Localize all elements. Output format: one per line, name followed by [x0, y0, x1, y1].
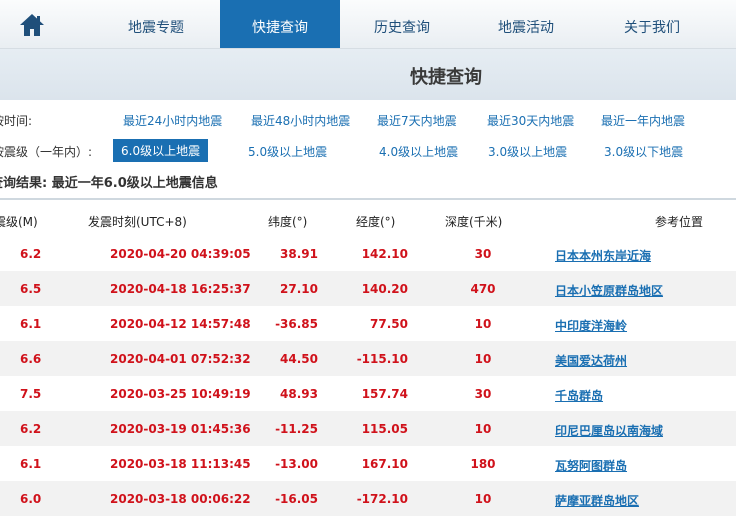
cell-time: 2020-04-12 14:57:48	[110, 317, 251, 331]
cell-location[interactable]: 美国爱达荷州	[555, 352, 715, 369]
cell-time: 2020-04-01 07:52:32	[110, 352, 251, 366]
nav-item-history-query[interactable]: 历史查询	[356, 0, 448, 48]
table-row: 6.2 2020-04-20 04:39:05 38.91 142.10 30 日本本州东…	[0, 236, 736, 271]
magnitude-option-6plus[interactable]: 6.0级以上地震	[113, 139, 209, 162]
cell-longitude: 142.10	[361, 247, 408, 261]
cell-depth: 10	[474, 492, 492, 506]
cell-latitude: 38.91	[280, 247, 318, 261]
top-nav: 地震专题 快捷查询 历史查询 地震活动 关于我们	[0, 0, 736, 49]
cell-depth: 470	[470, 282, 496, 296]
table-row: 7.5 2020-03-25 10:49:19 48.93 157.74 30 千岛群岛	[0, 376, 736, 411]
table-row: 6.2 2020-03-19 01:45:36 -11.25 115.05 10 印尼巴厘…	[0, 411, 736, 446]
cell-latitude: -13.00	[275, 457, 318, 471]
cell-latitude: -16.05	[275, 492, 318, 506]
cell-magnitude: 6.6	[20, 352, 42, 366]
cell-magnitude: 6.2	[20, 247, 42, 261]
cell-latitude: -11.25	[275, 422, 318, 436]
magnitude-option-3minus[interactable]: 3.0级以下地震	[604, 143, 683, 160]
cell-magnitude: 6.1	[20, 317, 42, 331]
cell-location[interactable]: 日本本州东岸近海	[555, 247, 715, 264]
nav-item-activity[interactable]: 地震活动	[480, 0, 572, 48]
nav-item-about[interactable]: 关于我们	[606, 0, 698, 48]
time-filter-label: 按时间:	[0, 114, 33, 128]
table-row: 6.0 2020-03-18 00:06:22 -16.05 -172.10 10 萨摩亚…	[0, 481, 736, 516]
table-row: 6.5 2020-04-18 16:25:37 27.10 140.20 470 日本小笠…	[0, 271, 736, 306]
time-option-48h[interactable]: 最近48小时内地震	[251, 112, 350, 129]
cell-longitude: -115.10	[356, 352, 408, 366]
magnitude-filter-label: 按震级（一年内）:	[0, 145, 93, 159]
cell-magnitude: 6.0	[20, 492, 42, 506]
page-title: 快捷查询	[410, 67, 482, 88]
cell-location[interactable]: 千岛群岛	[555, 387, 715, 404]
cell-longitude: 77.50	[370, 317, 408, 331]
nav-item-quick-query[interactable]: 快捷查询	[220, 0, 340, 48]
cell-depth: 10	[474, 352, 492, 366]
col-depth: 深度(千米)	[445, 215, 503, 229]
table-row: 6.6 2020-04-01 07:52:32 44.50 -115.10 10 美国爱达…	[0, 341, 736, 376]
result-summary: 查询结果: 最近一年6.0级以上地震信息	[0, 176, 218, 191]
col-longitude: 经度(°)	[356, 215, 396, 229]
cell-depth: 10	[474, 317, 492, 331]
cell-location[interactable]: 萨摩亚群岛地区	[555, 492, 715, 509]
cell-location[interactable]: 印尼巴厘岛以南海域	[555, 422, 715, 439]
cell-depth: 30	[474, 247, 492, 261]
time-option-30d[interactable]: 最近30天内地震	[487, 112, 574, 129]
magnitude-option-3plus[interactable]: 3.0级以上地震	[488, 143, 567, 160]
cell-depth: 10	[474, 422, 492, 436]
time-option-24h[interactable]: 最近24小时内地震	[123, 112, 222, 129]
cell-location[interactable]: 日本小笠原群岛地区	[555, 282, 715, 299]
cell-latitude: 44.50	[280, 352, 318, 366]
cell-latitude: 27.10	[280, 282, 318, 296]
cell-time: 2020-03-25 10:49:19	[110, 387, 251, 401]
cell-time: 2020-03-18 00:06:22	[110, 492, 251, 506]
cell-longitude: -172.10	[356, 492, 408, 506]
table-row: 6.1 2020-03-18 11:13:45 -13.00 167.10 180 瓦努阿…	[0, 446, 736, 481]
header-band: 快捷查询	[0, 49, 736, 100]
cell-time: 2020-04-18 16:25:37	[110, 282, 251, 296]
cell-magnitude: 6.5	[20, 282, 42, 296]
cell-magnitude: 6.1	[20, 457, 42, 471]
time-option-1y[interactable]: 最近一年内地震	[601, 112, 685, 129]
cell-latitude: 48.93	[280, 387, 318, 401]
time-option-7d[interactable]: 最近7天内地震	[377, 112, 457, 129]
cell-longitude: 115.05	[361, 422, 408, 436]
cell-magnitude: 6.2	[20, 422, 42, 436]
cell-longitude: 167.10	[361, 457, 408, 471]
cell-longitude: 140.20	[361, 282, 408, 296]
cell-location[interactable]: 瓦努阿图群岛	[555, 457, 715, 474]
col-magnitude: 震级(M)	[0, 215, 38, 229]
magnitude-option-4plus[interactable]: 4.0级以上地震	[379, 143, 458, 160]
col-location: 参考位置	[655, 215, 704, 229]
col-latitude: 纬度(°)	[268, 215, 308, 229]
cell-time: 2020-04-20 04:39:05	[110, 247, 251, 261]
table-row: 6.1 2020-04-12 14:57:48 -36.85 77.50 10 中印度洋海…	[0, 306, 736, 341]
nav-item-topics[interactable]: 地震专题	[110, 0, 202, 48]
cell-longitude: 157.74	[361, 387, 408, 401]
cell-time: 2020-03-19 01:45:36	[110, 422, 251, 436]
magnitude-option-5plus[interactable]: 5.0级以上地震	[248, 143, 327, 160]
col-time: 发震时刻(UTC+8)	[88, 215, 187, 229]
home-icon[interactable]	[18, 11, 46, 39]
cell-location[interactable]: 中印度洋海岭	[555, 317, 715, 334]
cell-depth: 30	[474, 387, 492, 401]
cell-depth: 180	[470, 457, 496, 471]
table-header: 震级(M) 发震时刻(UTC+8) 纬度(°) 经度(°) 深度(千米) 参考位…	[0, 204, 736, 236]
divider	[0, 198, 736, 200]
cell-time: 2020-03-18 11:13:45	[110, 457, 251, 471]
cell-latitude: -36.85	[275, 317, 318, 331]
cell-magnitude: 7.5	[20, 387, 42, 401]
